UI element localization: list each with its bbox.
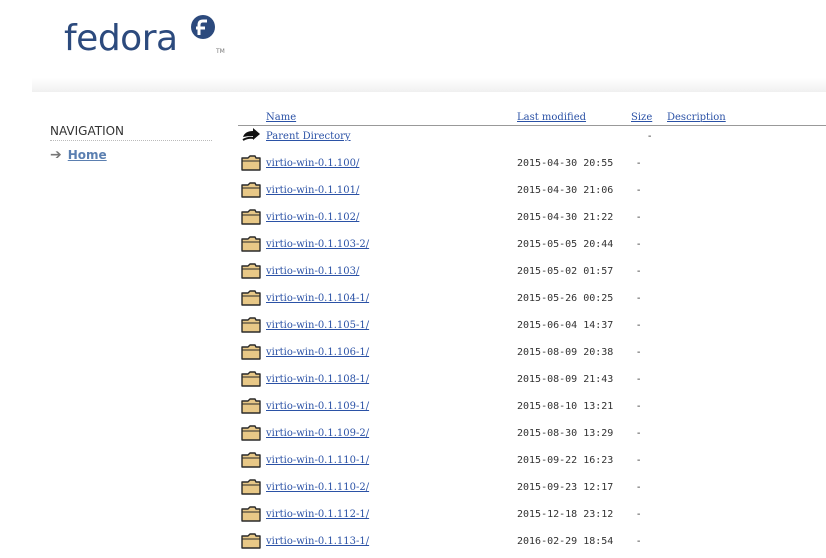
- folder-icon: [241, 344, 261, 360]
- folder-link[interactable]: virtio-win-0.1.110-2/: [266, 482, 369, 493]
- size-cell: -: [637, 239, 641, 250]
- sort-by-description-link[interactable]: Description: [667, 112, 726, 123]
- folder-icon: [241, 263, 261, 279]
- size-cell: -: [637, 293, 641, 304]
- modified-date-cell: 2015-06-04 14:37: [517, 320, 614, 331]
- modified-date-cell: 2015-08-09 20:38: [517, 347, 614, 358]
- list-item[interactable]: virtio-win-0.1.112-1/ 2015-12-18 23:12 -: [238, 504, 826, 531]
- list-item[interactable]: virtio-win-0.1.108-1/ 2015-08-09 21:43 -: [238, 369, 826, 396]
- parent-directory-link[interactable]: Parent Directory: [266, 131, 351, 142]
- size-cell: -: [637, 509, 641, 520]
- listing-rows: Parent Directory - virtio-win-0.1.100/ 2…: [238, 126, 826, 558]
- folder-icon: [241, 452, 261, 468]
- modified-date-cell: 2015-09-22 16:23: [517, 455, 614, 466]
- folder-icon: [241, 290, 261, 306]
- list-item[interactable]: virtio-win-0.1.103-2/ 2015-05-05 20:44 -: [238, 234, 826, 261]
- logo-wordmark: fedora: [64, 18, 178, 59]
- modified-date-cell: 2015-04-30 21:06: [517, 185, 614, 196]
- size-cell: -: [637, 536, 641, 547]
- folder-icon: [241, 182, 261, 198]
- folder-icon: [241, 209, 261, 225]
- list-item[interactable]: virtio-win-0.1.100/ 2015-04-30 20:55 -: [238, 153, 826, 180]
- list-item[interactable]: virtio-win-0.1.110-1/ 2015-09-22 16:23 -: [238, 450, 826, 477]
- list-item[interactable]: virtio-win-0.1.110-2/ 2015-09-23 12:17 -: [238, 477, 826, 504]
- folder-link[interactable]: virtio-win-0.1.102/: [266, 212, 359, 223]
- size-cell: -: [637, 401, 641, 412]
- modified-date-cell: 2015-04-30 21:22: [517, 212, 614, 223]
- modified-date-cell: 2015-05-02 01:57: [517, 266, 614, 277]
- modified-date-cell: 2015-08-10 13:21: [517, 401, 614, 412]
- folder-icon: [241, 533, 261, 549]
- folder-icon: [241, 371, 261, 387]
- list-item[interactable]: virtio-win-0.1.101/ 2015-04-30 21:06 -: [238, 180, 826, 207]
- folder-link[interactable]: virtio-win-0.1.109-1/: [266, 401, 369, 412]
- list-item[interactable]: virtio-win-0.1.103/ 2015-05-02 01:57 -: [238, 261, 826, 288]
- folder-link[interactable]: virtio-win-0.1.103-2/: [266, 239, 369, 250]
- sort-by-size-link[interactable]: Size: [631, 112, 652, 123]
- modified-date-cell: 2015-04-30 20:55: [517, 158, 614, 169]
- size-cell: -: [637, 482, 641, 493]
- folder-icon: [241, 506, 261, 522]
- listing-header: Name Last modified Size Description: [238, 107, 826, 126]
- fedora-infinity-icon: [191, 15, 215, 39]
- list-item[interactable]: virtio-win-0.1.106-1/ 2015-08-09 20:38 -: [238, 342, 826, 369]
- folder-link[interactable]: virtio-win-0.1.112-1/: [266, 509, 369, 520]
- list-item[interactable]: virtio-win-0.1.102/ 2015-04-30 21:22 -: [238, 207, 826, 234]
- folder-link[interactable]: virtio-win-0.1.103/: [266, 266, 359, 277]
- modified-date-cell: 2015-05-05 20:44: [517, 239, 614, 250]
- modified-date-cell: 2015-08-30 13:29: [517, 428, 614, 439]
- nav-home-label: Home: [67, 148, 107, 162]
- folder-icon: [241, 425, 261, 441]
- list-item[interactable]: virtio-win-0.1.104-1/ 2015-05-26 00:25 -: [238, 288, 826, 315]
- folder-icon: [241, 398, 261, 414]
- back-arrow-icon: [242, 128, 260, 141]
- modified-date-cell: 2015-08-09 21:43: [517, 374, 614, 385]
- list-item[interactable]: virtio-win-0.1.109-2/ 2015-08-30 13:29 -: [238, 423, 826, 450]
- size-cell: -: [637, 428, 641, 439]
- size-cell: -: [637, 212, 641, 223]
- size-cell: -: [637, 374, 641, 385]
- parent-size-cell: -: [648, 131, 652, 142]
- folder-link[interactable]: virtio-win-0.1.110-1/: [266, 455, 369, 466]
- list-item[interactable]: virtio-win-0.1.105-1/ 2015-06-04 14:37 -: [238, 315, 826, 342]
- right-arrow-icon: ➔: [50, 147, 62, 163]
- folder-icon: [241, 236, 261, 252]
- folder-link[interactable]: virtio-win-0.1.104-1/: [266, 293, 369, 304]
- sort-by-modified-link[interactable]: Last modified: [517, 112, 586, 123]
- modified-date-cell: 2016-02-29 18:54: [517, 536, 614, 547]
- folder-link[interactable]: virtio-win-0.1.105-1/: [266, 320, 369, 331]
- folder-icon: [241, 317, 261, 333]
- folder-icon: [241, 479, 261, 495]
- navigation-heading: NAVIGATION: [50, 124, 212, 141]
- modified-date-cell: 2015-09-23 12:17: [517, 482, 614, 493]
- header-divider-band: [32, 78, 826, 92]
- folder-link[interactable]: virtio-win-0.1.109-2/: [266, 428, 369, 439]
- folder-link[interactable]: virtio-win-0.1.108-1/: [266, 374, 369, 385]
- sort-by-name-link[interactable]: Name: [266, 112, 296, 123]
- size-cell: -: [637, 266, 641, 277]
- size-cell: -: [637, 158, 641, 169]
- size-cell: -: [637, 320, 641, 331]
- size-cell: -: [637, 455, 641, 466]
- logo-trademark: TM: [216, 48, 225, 55]
- size-cell: -: [637, 347, 641, 358]
- folder-icon: [241, 155, 261, 171]
- navigation-sidebar: NAVIGATION ➔ Home: [50, 124, 212, 163]
- directory-listing: Name Last modified Size Description Pare…: [238, 107, 826, 558]
- parent-directory-row[interactable]: Parent Directory -: [238, 126, 826, 153]
- modified-date-cell: 2015-05-26 00:25: [517, 293, 614, 304]
- folder-link[interactable]: virtio-win-0.1.101/: [266, 185, 359, 196]
- folder-link[interactable]: virtio-win-0.1.100/: [266, 158, 359, 169]
- folder-link[interactable]: virtio-win-0.1.106-1/: [266, 347, 369, 358]
- nav-home-link[interactable]: ➔ Home: [50, 147, 212, 163]
- size-cell: -: [637, 185, 641, 196]
- folder-link[interactable]: virtio-win-0.1.113-1/: [266, 536, 369, 547]
- modified-date-cell: 2015-12-18 23:12: [517, 509, 614, 520]
- list-item[interactable]: virtio-win-0.1.113-1/ 2016-02-29 18:54 -: [238, 531, 826, 558]
- list-item[interactable]: virtio-win-0.1.109-1/ 2015-08-10 13:21 -: [238, 396, 826, 423]
